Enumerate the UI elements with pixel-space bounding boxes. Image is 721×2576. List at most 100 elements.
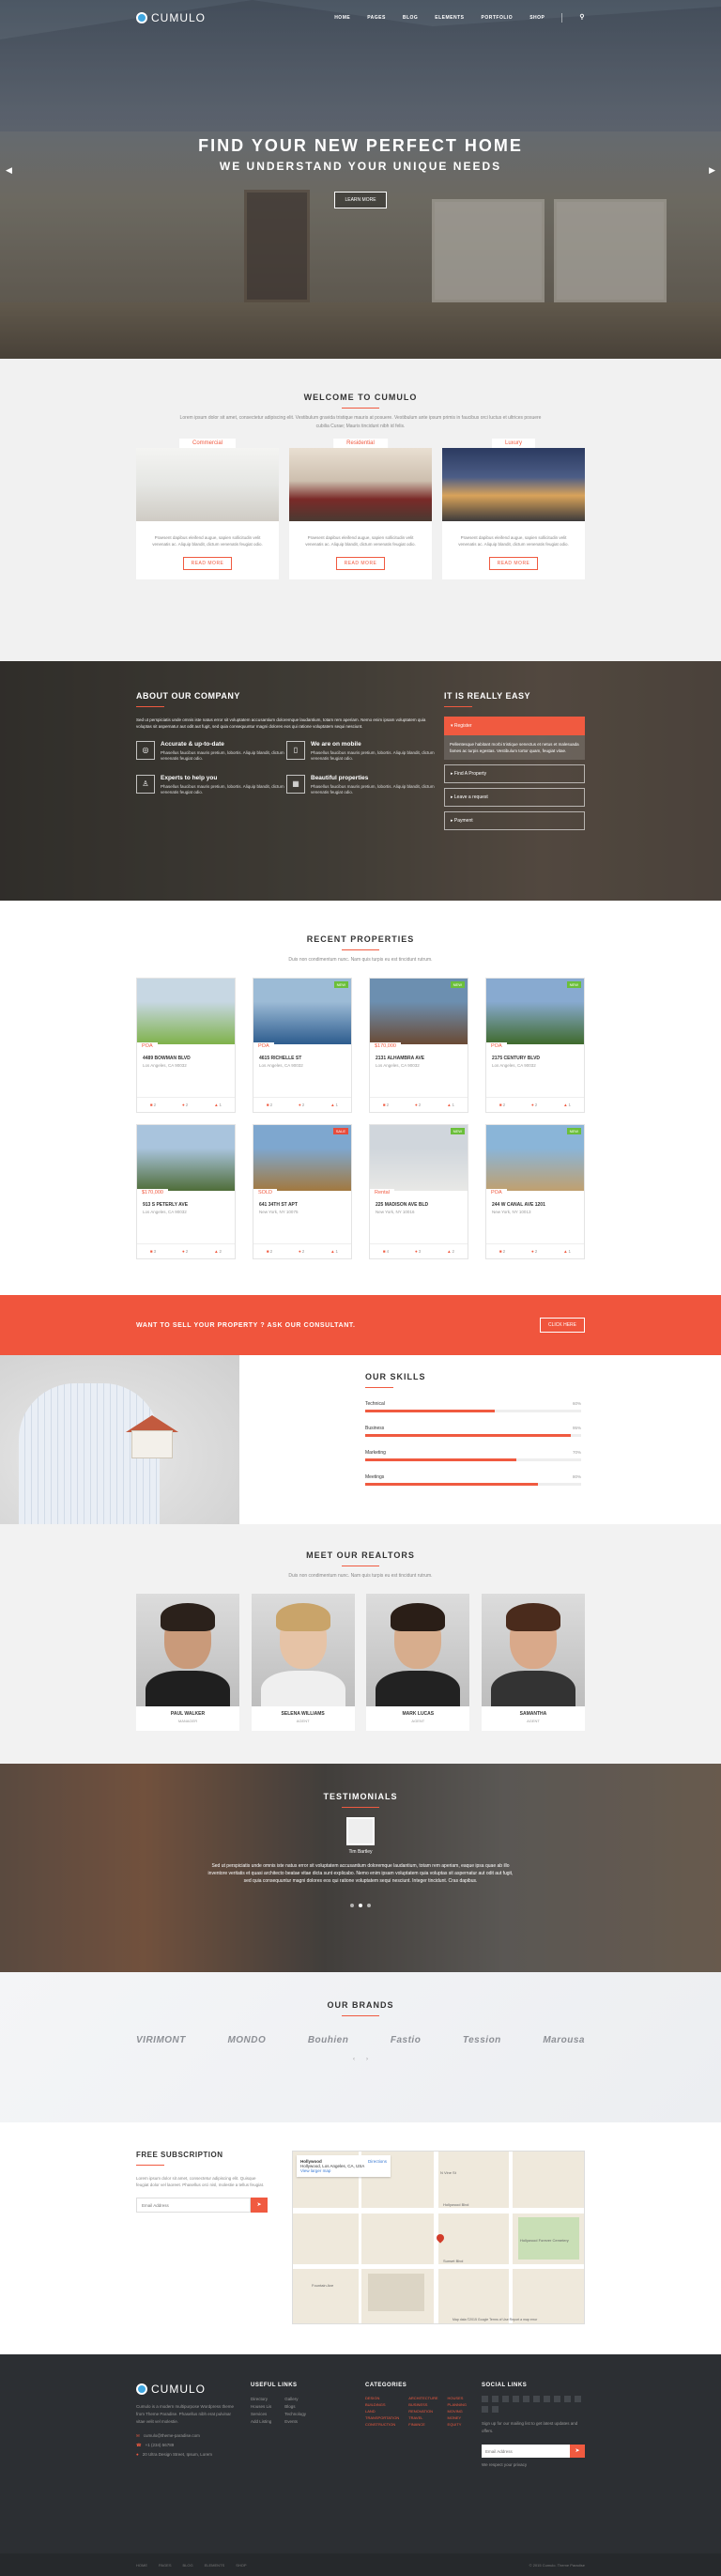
nav-home[interactable]: HOME <box>334 15 350 23</box>
nav-blog[interactable]: BLOG <box>403 15 418 23</box>
footer-link[interactable]: Gallery <box>284 2396 306 2403</box>
property-price: Rental <box>370 1189 394 1196</box>
category-link[interactable]: DESIGN <box>365 2396 403 2400</box>
category-link[interactable]: RENOVATION <box>408 2409 441 2414</box>
property-card[interactable]: $170,000 913 S PETERLY AVE Los Angeles, CA… <box>136 1124 236 1259</box>
bed-icon: ■2 <box>499 1249 506 1254</box>
property-card[interactable]: NEW Rental 225 MADISON AVE BLD New York, NY… <box>369 1124 468 1259</box>
category-link[interactable]: TRANSPORTATION <box>365 2415 403 2420</box>
vimeo-icon[interactable] <box>554 2396 560 2402</box>
footer-link[interactable]: Blogs <box>284 2403 306 2411</box>
facebook-icon[interactable] <box>482 2396 488 2402</box>
pinterest-icon[interactable] <box>523 2396 529 2402</box>
category-link[interactable]: BUILDINGS <box>365 2402 403 2407</box>
category-link[interactable]: PLANNING <box>448 2402 470 2407</box>
brand-logo[interactable]: MONDO <box>227 2035 266 2045</box>
send-icon[interactable]: ➤ <box>251 2198 268 2213</box>
property-city: Los Angeles, CA 90032 <box>143 1210 187 1214</box>
learn-more-button[interactable]: LEARN MORE <box>334 192 387 208</box>
nav-shop[interactable]: SHOP <box>529 15 545 23</box>
footer-link[interactable]: Technology <box>284 2411 306 2418</box>
search-icon[interactable]: ⚲ <box>579 13 585 23</box>
skill-fill <box>365 1483 538 1486</box>
dribbble-icon[interactable] <box>575 2396 581 2402</box>
youtube-icon[interactable] <box>544 2396 550 2402</box>
step-payment[interactable]: ▸ Payment <box>444 811 585 830</box>
nav-pages[interactable]: PAGES <box>367 15 386 23</box>
footer-logo[interactable]: CUMULO <box>136 2383 239 2396</box>
google-plus-icon[interactable] <box>502 2396 509 2402</box>
property-card[interactable]: NEW POA 4615 RICHELLE ST Los Angeles, CA 90… <box>253 978 352 1113</box>
footer-link[interactable]: Events <box>284 2418 306 2426</box>
footer-link[interactable]: Houses Lis <box>251 2403 271 2411</box>
footer-email-input[interactable] <box>482 2445 570 2458</box>
target-icon: ◎ <box>136 741 155 760</box>
category-link[interactable]: BUSINESS <box>408 2402 441 2407</box>
brand-logo[interactable]: VIRIMONT <box>136 2035 186 2045</box>
property-card[interactable]: SALE SOLD 641 34TH ST APT New York, NY 1007… <box>253 1124 352 1259</box>
category-card-residential[interactable]: Residential Praesent dapibus eleifend au… <box>289 439 432 579</box>
footer-link[interactable]: Services <box>251 2411 271 2418</box>
brand-logo[interactable]: Bouhien <box>308 2035 349 2045</box>
category-link[interactable]: EQUITY <box>448 2422 470 2427</box>
send-icon[interactable]: ➤ <box>570 2445 585 2458</box>
bottom-link[interactable]: ELEMENTS <box>205 2563 225 2568</box>
bottom-link[interactable]: PAGES <box>159 2563 172 2568</box>
carousel-dot[interactable] <box>350 1904 354 1907</box>
property-card[interactable]: NEW POA 244 W CANAL AVE 1201 New York, NY 1… <box>485 1124 585 1259</box>
nav-portfolio[interactable]: PORTFOLIO <box>482 15 514 23</box>
carousel-dot[interactable] <box>359 1904 362 1907</box>
rss-icon[interactable] <box>492 2406 499 2413</box>
map[interactable]: Hollywood Hollywood, Los Angeles, CA, US… <box>292 2151 585 2324</box>
realtor-card[interactable]: PAUL WALKER MANAGER <box>136 1594 239 1731</box>
linkedin-icon[interactable] <box>513 2396 519 2402</box>
property-card[interactable]: NEW POA 2175 CENTURY BLVD Los Angeles, CA 9… <box>485 978 585 1113</box>
carousel-dot[interactable] <box>367 1904 371 1907</box>
category-link[interactable]: MOVING <box>448 2409 470 2414</box>
category-link[interactable]: ARCHITECTURE <box>408 2396 441 2400</box>
click-here-button[interactable]: CLICK HERE <box>539 1318 585 1333</box>
category-card-commercial[interactable]: Commercial Praesent dapibus eleifend aug… <box>136 439 279 579</box>
category-link[interactable]: MONEY <box>448 2415 470 2420</box>
instagram-icon[interactable] <box>533 2396 540 2402</box>
social-text: Sign up for our mailing list to get late… <box>482 2421 578 2433</box>
category-card-luxury[interactable]: Luxury Praesent dapibus eleifend augue, … <box>442 439 585 579</box>
realtor-card[interactable]: MARK LUCAS AGENT <box>366 1594 470 1731</box>
skill-percent: 70% <box>572 1450 581 1455</box>
brand-logo[interactable]: Fastio <box>391 2035 421 2045</box>
bottom-link[interactable]: HOME <box>136 2563 147 2568</box>
category-link[interactable]: CONSTRUCTION <box>365 2422 403 2427</box>
chevron-left-icon[interactable]: ‹ <box>353 2057 355 2062</box>
property-card[interactable]: NEW $170,000 2131 ALHAMBRA AVE Los Angeles,… <box>369 978 468 1113</box>
bottom-link[interactable]: SHOP <box>236 2563 246 2568</box>
step-register[interactable]: ▾ Register <box>444 717 585 735</box>
read-more-button[interactable]: READ MORE <box>182 557 233 570</box>
footer-link[interactable]: Add Listing <box>251 2418 271 2426</box>
nav-elements[interactable]: ELEMENTS <box>435 15 464 23</box>
skill-fill <box>365 1458 516 1461</box>
category-link[interactable]: TRAVEL <box>408 2415 441 2420</box>
category-link[interactable]: LAND <box>365 2409 403 2414</box>
brand-logo[interactable]: Marousa <box>543 2035 585 2045</box>
view-larger-map-link[interactable]: View larger map <box>300 2168 387 2173</box>
realtor-card[interactable]: SELENA WILLIAMS AGENT <box>251 1594 355 1731</box>
bottom-link[interactable]: BLOG <box>183 2563 193 2568</box>
logo[interactable]: CUMULO <box>136 11 206 24</box>
read-more-button[interactable]: READ MORE <box>488 557 539 570</box>
tumblr-icon[interactable] <box>482 2406 488 2413</box>
step-find-property[interactable]: ▸ Find A Property <box>444 764 585 783</box>
chevron-right-icon[interactable]: › <box>366 2057 368 2062</box>
brand-logo[interactable]: Tession <box>463 2035 501 2045</box>
flickr-icon[interactable] <box>564 2396 571 2402</box>
realtor-card[interactable]: SAMANTHA AGENT <box>481 1594 585 1731</box>
read-more-button[interactable]: READ MORE <box>335 557 386 570</box>
step-leave-request[interactable]: ▸ Leave a request <box>444 788 585 807</box>
twitter-icon[interactable] <box>492 2396 499 2402</box>
category-link[interactable]: HOUSES <box>448 2396 470 2400</box>
directions-link[interactable]: Directions <box>368 2159 387 2164</box>
category-link[interactable]: FINANCE <box>408 2422 441 2427</box>
footer-link[interactable]: Directory <box>251 2396 271 2403</box>
property-card[interactable]: POA 4489 BOWMAN BLVD Los Angeles, CA 90032… <box>136 978 236 1113</box>
subscribe-email-input[interactable] <box>136 2198 251 2213</box>
luxury-house-image <box>442 448 585 521</box>
